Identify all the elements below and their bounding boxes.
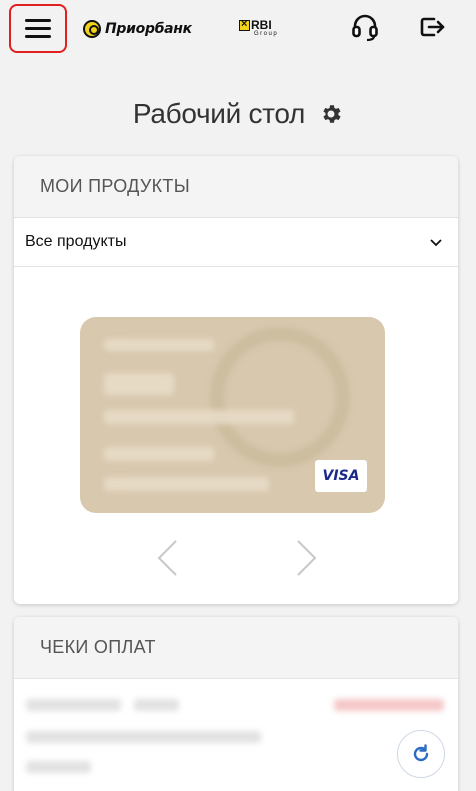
logout-icon <box>420 17 445 37</box>
chevron-down-icon <box>430 239 442 247</box>
my-products-heading: МОИ ПРОДУКТЫ <box>14 156 458 218</box>
my-products-panel: МОИ ПРОДУКТЫ Все продукты VISA <box>14 156 458 604</box>
bank-card[interactable]: VISA <box>80 317 385 513</box>
card-blurred-text <box>104 339 214 351</box>
refresh-button[interactable] <box>397 730 445 778</box>
rbi-logo-text: RBI <box>251 18 272 32</box>
support-button[interactable] <box>350 12 380 42</box>
rbi-logo-subtext: Group <box>254 31 279 37</box>
payment-receipts-heading: ЧЕКИ ОПЛАТ <box>14 617 458 679</box>
refresh-icon <box>413 744 429 762</box>
card-blurred-date <box>104 447 214 461</box>
payment-receipts-panel: ЧЕКИ ОПЛАТ <box>14 617 458 791</box>
bank-logo-text: Приорбанк <box>105 21 192 37</box>
bank-logo: Приорбанк <box>83 16 192 42</box>
receipt-blurred-time <box>134 699 179 711</box>
top-header: Приорбанк RBI Group <box>0 0 476 56</box>
chevron-left-icon[interactable] <box>154 538 180 578</box>
receipt-blurred-date <box>26 699 121 711</box>
card-blurred-balance <box>104 373 174 395</box>
visa-logo: VISA <box>315 460 367 492</box>
page-title: Рабочий стол <box>132 98 306 129</box>
headset-icon <box>352 14 378 42</box>
rbi-group-logo: RBI Group <box>239 18 279 42</box>
gear-icon[interactable] <box>319 102 343 126</box>
products-filter-select[interactable]: Все продукты <box>14 218 458 267</box>
chevron-right-icon[interactable] <box>294 538 320 578</box>
receipt-blurred-description <box>26 731 261 743</box>
products-filter-value: Все продукты <box>25 233 127 250</box>
card-blurred-number <box>104 410 294 424</box>
card-decor <box>210 327 350 467</box>
rbi-logo-icon <box>239 18 250 31</box>
bank-logo-icon <box>83 20 101 38</box>
hamburger-menu-icon <box>25 18 51 39</box>
receipt-blurred-code <box>26 761 91 773</box>
menu-button[interactable] <box>9 4 67 53</box>
page-title-row: Рабочий стол <box>0 92 476 136</box>
receipt-blurred-amount <box>334 699 444 711</box>
card-blurred-holder <box>104 477 269 491</box>
logout-button[interactable] <box>418 12 448 42</box>
